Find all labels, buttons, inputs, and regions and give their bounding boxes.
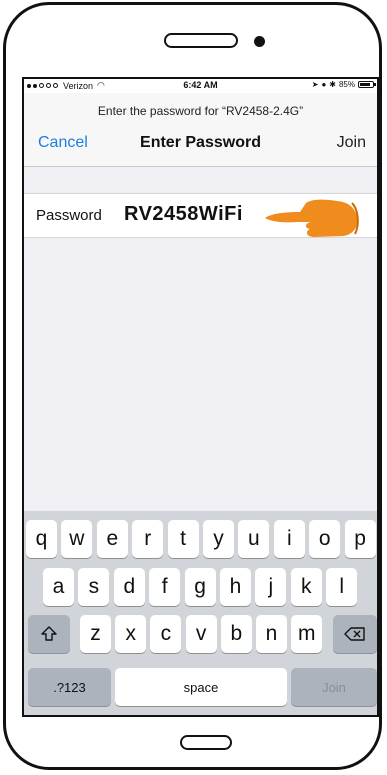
key-g[interactable]: g [184,568,216,606]
key-z[interactable]: z [80,615,111,653]
delete-key[interactable] [333,615,377,653]
backspace-icon [344,627,365,641]
key-e[interactable]: e [96,520,128,558]
keyboard-join-key[interactable]: Join [291,668,377,706]
key-x[interactable]: x [115,615,147,653]
battery-percent: 85% [338,80,355,89]
numbers-key[interactable]: .?123 [28,668,111,706]
password-prompt: Enter the password for “RV2458-2.4G” [97,104,304,118]
key-c[interactable]: c [150,615,182,653]
key-k[interactable]: k [290,568,322,606]
key-f[interactable]: f [149,568,181,606]
location-arrow-icon: ➤ [311,80,319,89]
key-j[interactable]: j [255,568,287,606]
key-a[interactable]: a [43,568,74,606]
battery-tip [374,83,376,86]
key-l[interactable]: l [326,568,358,606]
battery-icon [358,81,376,88]
key-b[interactable]: b [220,615,252,653]
status-bar: Verizon ◠ 6:42 AM ➤ ● ✱ 85% [24,79,377,93]
battery-fill [360,83,370,86]
key-v[interactable]: v [185,615,217,653]
key-i[interactable]: i [273,520,305,558]
key-o[interactable]: o [309,520,341,558]
page-title: Enter Password [140,134,261,151]
password-input[interactable]: RV2458WiFi [124,203,243,226]
nav-bar: Enter the password for “RV2458-2.4G” Can… [24,93,377,167]
key-u[interactable]: u [238,520,270,558]
phone-frame: Verizon ◠ 6:42 AM ➤ ● ✱ 85% Enter the pa… [3,2,382,770]
key-p[interactable]: p [344,520,376,558]
key-q[interactable]: q [26,520,57,558]
key-w[interactable]: w [61,520,93,558]
speaker-grille [164,33,238,48]
pointing-hand-icon [265,199,359,237]
password-label: Password [36,207,102,224]
key-t[interactable]: t [167,520,199,558]
status-right: ➤ ● ✱ 85% [311,80,376,89]
key-r[interactable]: r [132,520,164,558]
join-button[interactable]: Join [337,134,366,152]
key-m[interactable]: m [291,615,323,653]
key-s[interactable]: s [78,568,110,606]
key-y[interactable]: y [203,520,234,558]
key-h[interactable]: h [220,568,251,606]
front-camera [254,36,265,47]
screen: Verizon ◠ 6:42 AM ➤ ● ✱ 85% Enter the pa… [22,77,379,717]
shift-key[interactable] [28,615,70,653]
password-field[interactable]: Password RV2458WiFi [24,193,377,238]
key-n[interactable]: n [256,615,287,653]
home-button[interactable] [180,735,232,750]
keyboard: qwertyuiop asdfghjkl zxcvbnm .?123 space… [24,511,377,715]
alarm-icon: ● [321,80,327,89]
shift-icon [41,626,57,641]
key-d[interactable]: d [113,568,145,606]
bluetooth-icon: ✱ [329,80,336,89]
space-key[interactable]: space [115,668,287,706]
